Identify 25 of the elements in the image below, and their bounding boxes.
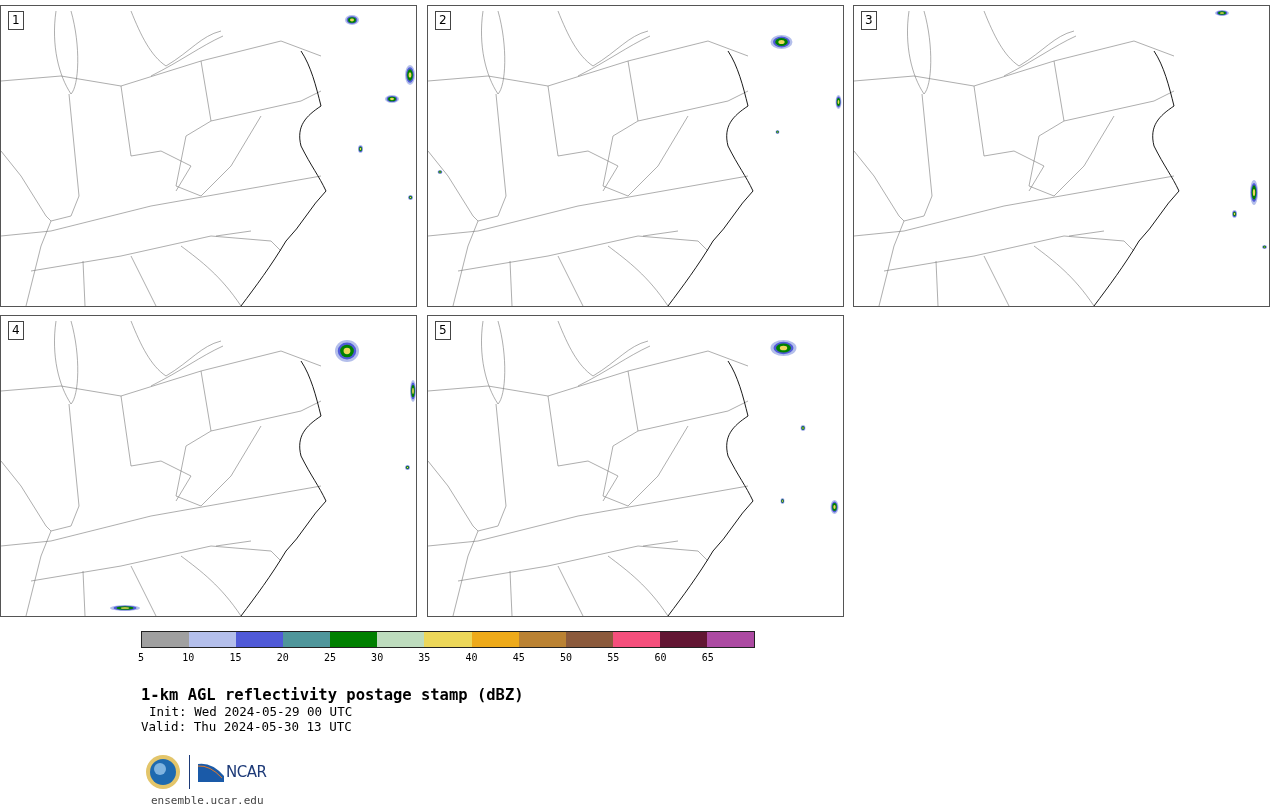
tick-label: 25 [323, 652, 336, 663]
panel-number: 5 [435, 321, 451, 340]
panel-number: 3 [861, 11, 877, 30]
tick-label: 45 [512, 652, 525, 663]
ncar-swoosh-icon [198, 762, 224, 782]
ncar-logo: NCAR [198, 762, 267, 782]
tick-label: 40 [465, 652, 478, 663]
valid-time: Valid: Thu 2024-05-30 13 UTC [141, 719, 353, 734]
panel-number: 4 [8, 321, 24, 340]
tick-label: 30 [371, 652, 384, 663]
nsf-logo-icon [145, 754, 181, 790]
init-time: Init: Wed 2024-05-29 00 UTC [148, 704, 354, 719]
panel-number: 2 [435, 11, 451, 30]
chart-title: 1-km AGL reflectivity postage stamp (dBZ) [141, 686, 525, 704]
tick-label: 10 [182, 652, 195, 663]
tick-label: 50 [560, 652, 573, 663]
website-url: ensemble.ucar.edu [151, 794, 265, 807]
tick-label: 55 [607, 652, 620, 663]
tick-label: 35 [418, 652, 431, 663]
tick-label: 65 [701, 652, 714, 663]
tick-label: 5 [138, 652, 144, 663]
tick-label: 15 [229, 652, 242, 663]
tick-label: 60 [654, 652, 667, 663]
panel-number: 1 [8, 11, 24, 30]
tick-label: 20 [276, 652, 289, 663]
